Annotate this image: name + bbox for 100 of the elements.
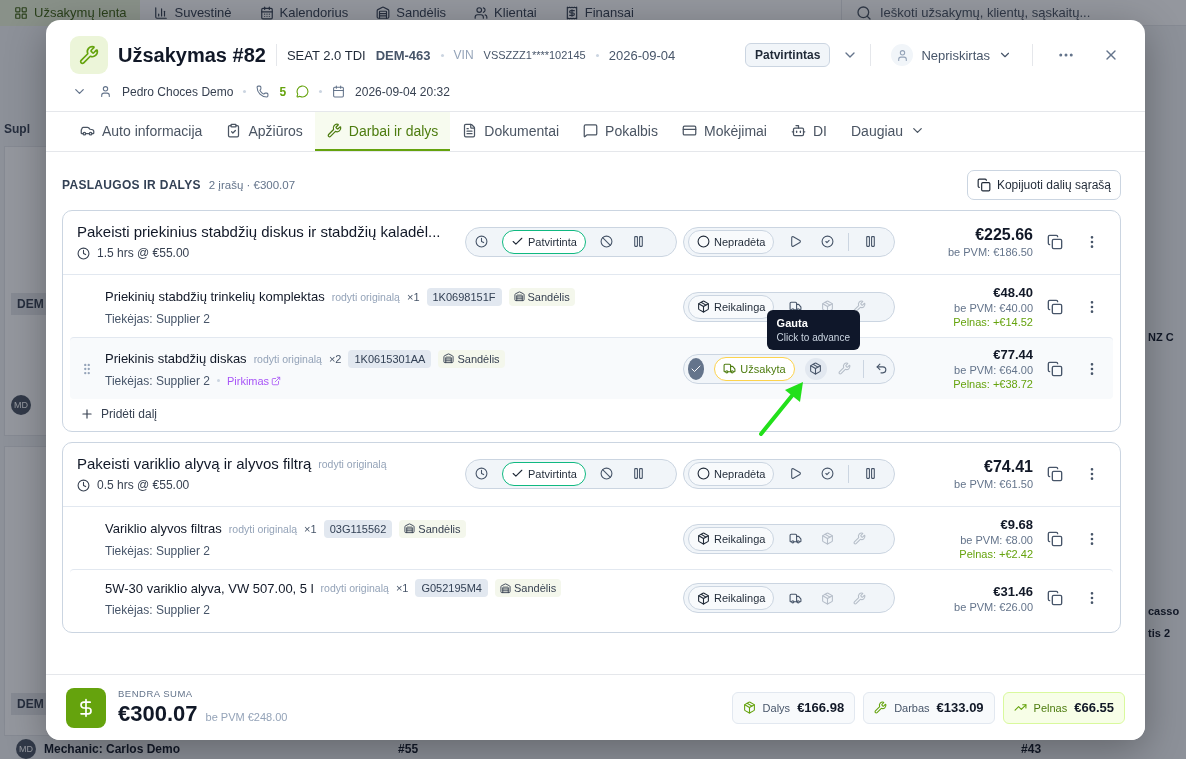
supplier: Tiekėjas: Supplier 2 [105,543,210,558]
warehouse-icon [376,5,391,20]
tooltip-title: Gauta [776,316,809,329]
package-icon[interactable] [804,357,827,380]
service-price: €74.41 [984,457,1033,476]
tab[interactable]: Darbai ir dalys [314,112,451,151]
card-icon [681,123,697,138]
part-name: 5W-30 variklio alyva, VW 507.00, 5 l [105,580,314,596]
circle-icon [697,235,710,248]
dollar-icon [66,687,106,728]
user-icon [891,44,914,66]
trend-icon [1013,701,1027,714]
tab[interactable]: Mokėjimai [669,112,779,151]
circle-icon [697,467,710,480]
wrench-icon [70,36,108,74]
package-icon [697,591,710,605]
quantity: ×2 [328,352,342,365]
tooltip-hint: Click to advance [776,331,850,343]
labor-hours: 1.5 hrs @ €55.00 [97,246,190,260]
tab[interactable]: Apžiūros [214,112,315,151]
purchase-link[interactable]: Pirkimas [226,374,282,387]
clock-icon [77,246,90,260]
users-icon [474,5,489,20]
order-date: 2026-09-04 [608,47,676,63]
add-part-button[interactable]: Pridėti dalį [63,399,175,425]
warehouse-icon [499,582,511,594]
receipt-icon [564,5,579,20]
nav-item[interactable]: Suvestinė [140,0,246,26]
status-pill[interactable]: Reikalinga [688,294,775,319]
chip-value: €66.55 [1074,700,1114,715]
status-pill[interactable]: Reikalinga [688,526,775,551]
part-code: G052195M4 [415,579,488,597]
avatar: MD [11,395,31,415]
customer-name: Pedro Choces Demo [122,84,234,99]
created-date: 2026-09-04 20:32 [355,84,450,99]
assignee-dropdown[interactable]: Nepriskirtas [881,44,1022,66]
tab[interactable]: Auto informacija [68,112,215,151]
chip-label: Darbas [894,701,930,714]
quantity: ×1 [304,522,317,535]
warehouse-icon [443,353,455,364]
phone-icon [256,85,270,98]
document-icon [462,123,478,138]
call-count: 5 [279,84,287,99]
total-net: be PVM €248.00 [205,711,288,723]
stock-label: Sandėlis [513,582,557,594]
net-price: be PVM: €8.00 [960,534,1033,546]
user-icon [99,85,112,98]
progress-pill[interactable]: Nepradėta [688,461,775,486]
supplier: Tiekėjas: Supplier 2 [105,603,210,617]
net-price: be PVM: €26.00 [954,600,1033,613]
part-name: Variklio alyvos filtras [105,521,222,536]
card-text: NZ C [1148,331,1175,343]
wrench-icon [874,701,888,714]
part-code: 03G115562 [323,519,393,538]
part-price: €48.40 [993,285,1033,300]
dialog-title: Užsakymas #82 [118,43,266,67]
status-button[interactable]: Patvirtintas [745,43,831,67]
part-code: 1K0698151F [426,287,502,306]
net-price: be PVM: €40.00 [954,302,1033,314]
check-icon [511,467,524,480]
search-icon [856,4,872,21]
tab[interactable]: Pokalbis [571,112,670,151]
service-price: €225.66 [975,225,1033,244]
part-code: 1K0615301AA [348,349,432,368]
profit: Pelnas: +€2.42 [959,548,1033,560]
chip-value: €166.98 [797,700,845,715]
approval-pill[interactable]: Patvirtinta [502,461,586,486]
stock-label: Sandėlis [457,352,500,365]
tab[interactable]: Dokumentai [450,112,572,151]
message-icon [296,85,310,98]
approval-pill[interactable]: Patvirtinta [502,229,586,254]
supplier: Tiekėjas: Supplier 2 [105,311,210,326]
nav-item[interactable]: Finansai [550,0,648,26]
vin-number: VSSZZZ1****102145 [483,49,586,61]
status-pill[interactable]: Užsakyta [714,356,795,381]
card-number: #43 [1021,742,1042,756]
tab[interactable]: DI [779,112,839,151]
progress-pill[interactable]: Nepradėta [688,229,775,254]
bar-chart-icon [154,5,169,20]
calendar-icon [332,85,346,98]
copy-list-button[interactable]: Kopijuoti dalių sąrašą [966,170,1121,200]
chip-value: €133.09 [936,700,984,715]
toolbar-label: Supl [3,122,31,136]
package-icon [697,300,710,313]
nav-item[interactable]: Klientai [460,0,551,26]
total-label: BENDRA SUMA [118,688,194,699]
clock-icon [77,478,90,492]
check-icon[interactable] [688,357,705,380]
mechanic-name: Mechanic: Carlos Demo [44,742,181,756]
nav-item[interactable]: Sandėlis [362,0,461,26]
part-name: Priekinių stabdžių trinkelių komplektas [105,289,325,304]
nav-item[interactable]: Kalendorius [245,0,363,26]
external-link-icon [271,375,282,386]
warehouse-icon [404,523,416,534]
supplier: Tiekėjas: Supplier 2 [105,373,210,388]
tab[interactable]: Daugiau [839,112,938,151]
net-price: be PVM: €64.00 [954,364,1033,376]
car-model: SEAT 2.0 TDI [286,47,366,63]
status-pill[interactable]: Reikalinga [688,586,775,610]
section-title: PASLAUGOS IR DALYS [62,178,201,192]
